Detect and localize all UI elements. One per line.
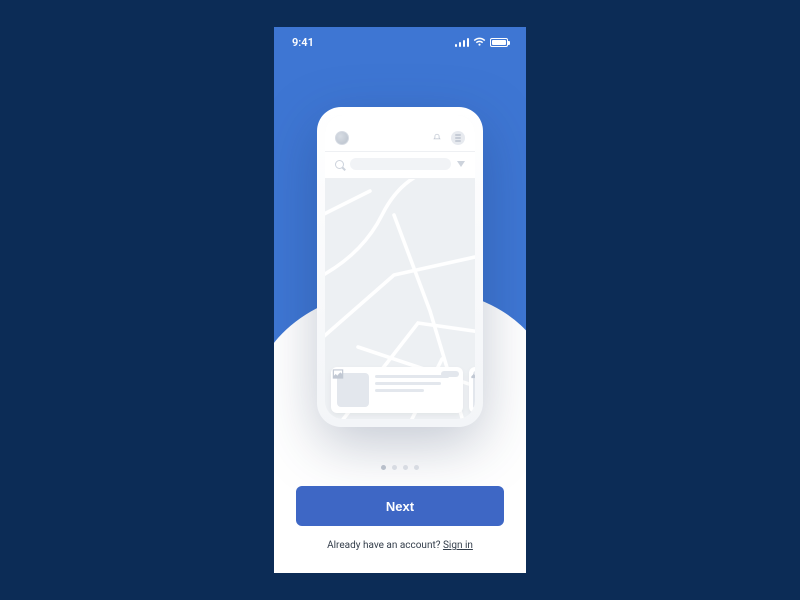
status-time: 9:41	[292, 36, 314, 49]
status-bar: 9:41	[274, 27, 526, 57]
page-indicator	[296, 465, 504, 470]
page-dot[interactable]	[381, 465, 386, 470]
mockup-card	[331, 367, 463, 413]
mockup-card-peek	[469, 367, 475, 413]
illustration-phone-mockup	[317, 107, 483, 427]
status-icons	[455, 37, 508, 47]
wifi-icon	[473, 37, 486, 47]
menu-icon	[451, 131, 465, 145]
signin-prompt: Already have an account? Sign in	[296, 540, 504, 551]
battery-icon	[490, 38, 508, 47]
avatar-icon	[335, 131, 349, 145]
mockup-search-row	[325, 152, 475, 179]
onboarding-screen: 9:41	[274, 27, 526, 573]
signin-prompt-text: Already have an account?	[327, 540, 443, 551]
mockup-notch	[368, 107, 432, 121]
image-placeholder-icon	[337, 373, 369, 407]
next-button[interactable]: Next	[296, 486, 504, 526]
mockup-search-bar	[350, 158, 451, 170]
image-placeholder-icon	[473, 371, 475, 409]
cellular-signal-icon	[455, 38, 469, 47]
bell-icon	[431, 132, 443, 144]
mockup-card-carousel	[331, 367, 469, 413]
search-icon	[335, 160, 344, 169]
mockup-map	[325, 179, 475, 419]
filter-icon	[457, 161, 465, 167]
bottom-area: Next Already have an account? Sign in	[274, 465, 526, 573]
page-dot[interactable]	[392, 465, 397, 470]
signin-link[interactable]: Sign in	[443, 540, 473, 551]
page-dot[interactable]	[403, 465, 408, 470]
page-dot[interactable]	[414, 465, 419, 470]
